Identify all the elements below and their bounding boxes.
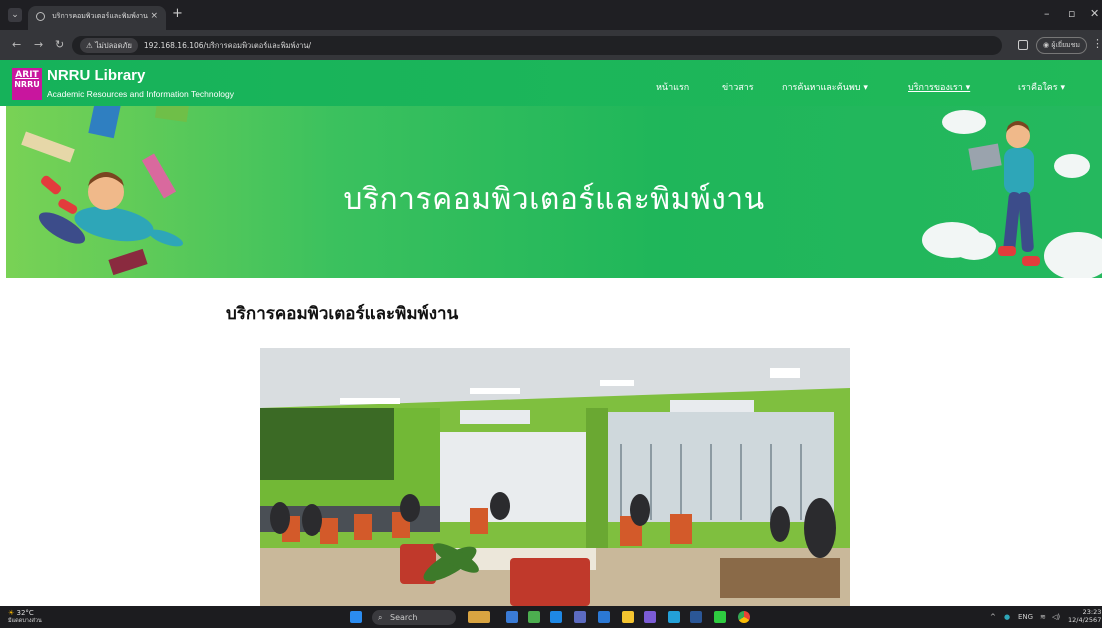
volume-icon[interactable]: ◁) bbox=[1052, 613, 1060, 621]
browser-tab-bar: ⌄ บริการคอมพิวเตอร์และพิมพ์งาน – NR × + … bbox=[0, 0, 1102, 30]
back-icon[interactable]: ← bbox=[12, 38, 21, 51]
warning-icon: ⚠ bbox=[86, 41, 96, 50]
date: 12/4/2567 bbox=[1068, 616, 1102, 624]
app-icon[interactable] bbox=[506, 611, 518, 623]
weather-text: มีแดดบางส่วน bbox=[8, 618, 42, 624]
nav-home[interactable]: หน้าแรก bbox=[656, 80, 689, 94]
nav-about-us[interactable]: เราคือใคร ▾ bbox=[1018, 80, 1065, 94]
word-icon[interactable] bbox=[690, 611, 702, 623]
file-explorer-icon[interactable] bbox=[622, 611, 634, 623]
os-taskbar: ☀ 32°C มีแดดบางส่วน ⌕ Search ^ ● ENG ≋ ◁… bbox=[0, 606, 1102, 628]
tab-search-icon[interactable]: ⌄ bbox=[8, 8, 22, 22]
widgets-icon[interactable] bbox=[468, 611, 490, 623]
computer-room-photo bbox=[260, 348, 850, 606]
teams-icon[interactable] bbox=[644, 611, 656, 623]
search-icon: ⌕ bbox=[378, 613, 383, 622]
app-tray-icon[interactable]: ● bbox=[1004, 613, 1010, 621]
nav-our-services[interactable]: บริการของเรา ▾ bbox=[908, 80, 970, 94]
security-warning[interactable]: ⚠ ไม่ปลอดภัย bbox=[80, 38, 138, 53]
time: 23:23 bbox=[1082, 608, 1102, 616]
site-header: ARIT NRRU NRRU Library Academic Resource… bbox=[0, 60, 1102, 106]
site-title[interactable]: NRRU Library bbox=[47, 67, 145, 84]
new-tab-button[interactable]: + bbox=[172, 6, 183, 21]
chevron-up-icon[interactable]: ^ bbox=[990, 613, 996, 621]
book-blue-icon bbox=[88, 106, 122, 139]
logo-arit: ARIT bbox=[15, 70, 39, 80]
side-panel-icon[interactable] bbox=[1018, 40, 1028, 50]
book-green-icon bbox=[154, 106, 190, 123]
weather-widget[interactable]: ☀ 32°C มีแดดบางส่วน bbox=[8, 610, 42, 625]
profile-label: ผู้เยี่ยมชม bbox=[1051, 41, 1081, 49]
security-label: ไม่ปลอดภัย bbox=[95, 41, 132, 50]
close-window-icon[interactable]: ✕ bbox=[1090, 7, 1099, 20]
page-title: บริการคอมพิวเตอร์และพิมพ์งาน bbox=[226, 304, 459, 324]
tab-close-icon[interactable]: × bbox=[150, 11, 158, 21]
app-icon[interactable] bbox=[528, 611, 540, 623]
logo-nrru: NRRU bbox=[14, 80, 40, 89]
banner-title: บริการคอมพิวเตอร์และพิมพ์งาน bbox=[343, 182, 765, 217]
wifi-icon[interactable]: ≋ bbox=[1040, 613, 1046, 621]
address-bar-row: ← → ↻ ⚠ ไม่ปลอดภัย 192.168.16.106/บริการค… bbox=[0, 30, 1102, 60]
site-logo[interactable]: ARIT NRRU bbox=[12, 68, 42, 100]
tab-title: บริการคอมพิวเตอร์และพิมพ์งาน – NR bbox=[52, 12, 148, 20]
globe-icon bbox=[36, 12, 45, 21]
app-icon[interactable] bbox=[598, 611, 610, 623]
language-indicator[interactable]: ENG bbox=[1018, 613, 1033, 621]
weather-icon: ☀ bbox=[8, 609, 15, 617]
clock[interactable]: 23:23 12/4/2567 bbox=[1068, 608, 1101, 624]
book-cream-icon bbox=[21, 131, 75, 163]
maximize-icon[interactable]: ▫ bbox=[1068, 7, 1075, 20]
taskbar-search[interactable]: ⌕ Search bbox=[372, 610, 456, 625]
app-icon[interactable] bbox=[668, 611, 680, 623]
url-text: 192.168.16.106/บริการคอมพิวเตอร์และพิมพ์… bbox=[143, 41, 312, 50]
menu-icon[interactable]: ⋮ bbox=[1092, 37, 1102, 50]
chrome-icon[interactable] bbox=[738, 611, 750, 623]
hero-banner: บริการคอมพิวเตอร์และพิมพ์งาน bbox=[6, 106, 1102, 278]
photo-image bbox=[260, 348, 850, 606]
start-icon[interactable] bbox=[350, 611, 362, 623]
site-subtitle: Academic Resources and Information Techn… bbox=[47, 89, 234, 99]
reload-icon[interactable]: ↻ bbox=[55, 38, 64, 51]
url-bar[interactable]: ⚠ ไม่ปลอดภัย 192.168.16.106/บริการคอมพิวเ… bbox=[72, 36, 1002, 55]
book-maroon-icon bbox=[108, 248, 148, 276]
edge-icon[interactable] bbox=[550, 611, 562, 623]
temperature: 32°C bbox=[16, 609, 34, 617]
line-icon[interactable] bbox=[714, 611, 726, 623]
forward-icon[interactable]: → bbox=[34, 38, 43, 51]
nav-search-discovery[interactable]: การค้นหาและค้นพบ ▾ bbox=[782, 80, 868, 94]
app-icon[interactable] bbox=[574, 611, 586, 623]
profile-button[interactable]: ◉ ผู้เยี่ยมชม bbox=[1036, 37, 1088, 54]
search-label: Search bbox=[390, 613, 418, 622]
browser-tab[interactable]: บริการคอมพิวเตอร์และพิมพ์งาน – NR × bbox=[28, 6, 166, 30]
minimize-icon[interactable]: – bbox=[1044, 7, 1050, 20]
nav-news[interactable]: ข่าวสาร bbox=[722, 80, 754, 94]
